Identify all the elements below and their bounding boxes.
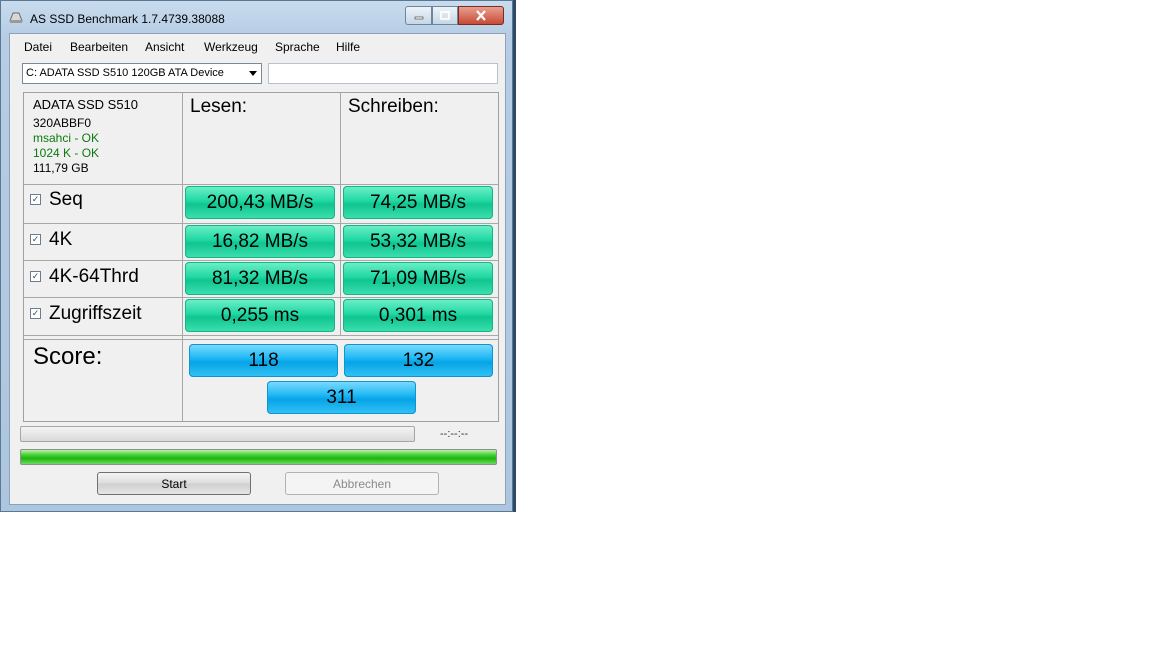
status-field xyxy=(268,63,498,84)
column-divider xyxy=(340,93,341,336)
row-seq: ✓ Seq xyxy=(30,189,83,211)
close-icon xyxy=(476,10,486,21)
menu-datei[interactable]: Datei xyxy=(24,40,52,54)
maximize-icon xyxy=(440,11,450,20)
menu-bearbeiten[interactable]: Bearbeiten xyxy=(70,40,128,54)
seq-write-value: 74,25 MB/s xyxy=(343,186,493,219)
cancel-button[interactable]: Abbrechen xyxy=(285,472,439,495)
disk-app-icon xyxy=(9,12,23,23)
drive-dropdown[interactable]: C: ADATA SSD S510 120GB ATA Device xyxy=(22,63,262,84)
score-total-value: 311 xyxy=(267,381,416,414)
elapsed-time: --:--:-- xyxy=(440,428,469,440)
drive-firmware: 320ABBF0 xyxy=(33,116,92,130)
row-divider xyxy=(24,260,498,261)
score-label: Score: xyxy=(33,343,103,370)
minimize-button[interactable] xyxy=(405,6,432,25)
write-column-header: Schreiben: xyxy=(348,96,439,117)
row-divider xyxy=(24,297,498,298)
4k-64thrd-checkbox[interactable]: ✓ xyxy=(30,270,41,282)
menu-werkzeug[interactable]: Werkzeug xyxy=(204,40,258,54)
progress-bar-total xyxy=(20,449,497,465)
start-button[interactable]: Start xyxy=(97,472,251,495)
drive-model: ADATA SSD S510 xyxy=(33,97,139,112)
score-write-value: 132 xyxy=(344,344,493,377)
close-button[interactable] xyxy=(458,6,504,25)
row-seq-label: Seq xyxy=(49,189,83,210)
score-read-value: 118 xyxy=(189,344,338,377)
chevron-down-icon xyxy=(249,71,257,76)
access-time-write-value: 0,301 ms xyxy=(343,299,493,332)
row-4k-label: 4K xyxy=(49,229,73,250)
row-access-time: ✓ Zugriffszeit xyxy=(30,303,142,325)
seq-read-value: 200,43 MB/s xyxy=(185,186,335,219)
4k-64thrd-read-value: 81,32 MB/s xyxy=(185,262,335,295)
drive-selected-value: C: ADATA SSD S510 120GB ATA Device xyxy=(26,67,224,79)
menu-ansicht[interactable]: Ansicht xyxy=(145,40,184,54)
progress-bar-current xyxy=(20,426,415,442)
client-area: Datei Bearbeiten Ansicht Werkzeug Sprach… xyxy=(9,33,506,505)
title-bar[interactable]: AS SSD Benchmark 1.7.4739.38088 xyxy=(1,1,512,33)
menu-sprache[interactable]: Sprache xyxy=(275,40,320,54)
window-shadow xyxy=(513,0,516,512)
seq-checkbox[interactable]: ✓ xyxy=(30,193,41,205)
4k-read-value: 16,82 MB/s xyxy=(185,225,335,258)
minimize-icon xyxy=(414,16,423,19)
row-divider xyxy=(24,223,498,224)
alignment-status: 1024 K - OK xyxy=(33,146,100,160)
row-4k: ✓ 4K xyxy=(30,229,72,251)
window-title: AS SSD Benchmark 1.7.4739.38088 xyxy=(30,12,225,26)
row-4k-64thrd-label: 4K-64Thrd xyxy=(49,266,139,287)
maximize-button[interactable] xyxy=(432,6,458,25)
menu-hilfe[interactable]: Hilfe xyxy=(336,40,360,54)
read-column-header: Lesen: xyxy=(190,96,248,117)
drive-size: 111,79 GB xyxy=(33,161,89,175)
row-divider xyxy=(24,184,498,185)
results-table: ADATA SSD S510 320ABBF0 msahci - OK 1024… xyxy=(23,92,499,422)
row-divider xyxy=(24,335,498,336)
benchmark-window: AS SSD Benchmark 1.7.4739.38088 Datei Be… xyxy=(0,0,513,512)
4k-write-value: 53,32 MB/s xyxy=(343,225,493,258)
driver-status: msahci - OK xyxy=(33,131,100,145)
menu-bar: Datei Bearbeiten Ansicht Werkzeug Sprach… xyxy=(10,34,505,58)
row-4k-64thrd: ✓ 4K-64Thrd xyxy=(30,266,139,288)
column-divider xyxy=(182,93,183,421)
row-access-time-label: Zugriffszeit xyxy=(49,303,142,324)
row-divider xyxy=(24,339,498,340)
4k-64thrd-write-value: 71,09 MB/s xyxy=(343,262,493,295)
4k-checkbox[interactable]: ✓ xyxy=(30,233,41,245)
access-time-read-value: 0,255 ms xyxy=(185,299,335,332)
drive-info: ADATA SSD S510 320ABBF0 msahci - OK 1024… xyxy=(33,97,138,176)
access-time-checkbox[interactable]: ✓ xyxy=(30,307,41,319)
